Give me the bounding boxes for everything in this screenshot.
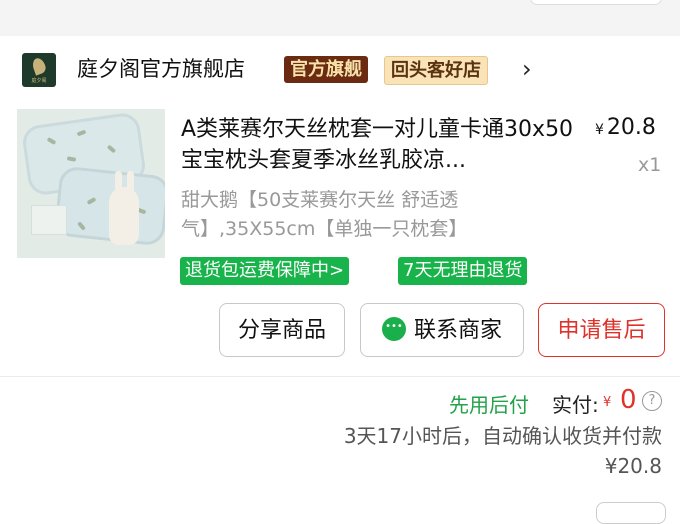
paid-symbol: ¥ <box>603 395 612 410</box>
product-price: ¥20.8 <box>595 114 656 144</box>
price-value: 20.8 <box>606 115 656 140</box>
product-spec: 甜大鹅【50支莱赛尔天丝 舒适透气】,35X55cm【单独一只枕套】 <box>181 189 468 240</box>
after-sale-button[interactable]: 申请售后 <box>538 303 665 357</box>
previous-card-button-edge[interactable] <box>530 0 662 5</box>
folded-pillowcase <box>31 205 67 235</box>
paid-amount: 0 <box>620 385 637 415</box>
price-symbol: ¥ <box>595 122 604 138</box>
return-shipping-guarantee-tag[interactable]: 退货包运费保障中> <box>180 257 350 285</box>
shop-logo-text: 庭夕阁 <box>31 78 47 84</box>
product-title[interactable]: A类莱赛尔天丝枕套一对儿童卡通30x50宝宝枕头套夏季冰丝乳胶凉... <box>181 114 581 176</box>
next-button-edge[interactable] <box>596 502 666 524</box>
product-quantity: x1 <box>638 154 662 176</box>
product-thumbnail[interactable] <box>17 109 165 258</box>
pay-later-label: 先用后付 <box>449 393 529 417</box>
help-icon[interactable]: ? <box>642 391 662 411</box>
auto-confirm-text: 3天17小时后，自动确认收货并付款¥20.8 <box>343 424 662 478</box>
seven-day-return-tag: 7天无理由退货 <box>398 257 528 285</box>
divider <box>0 376 680 377</box>
contact-seller-button[interactable]: 联系商家 <box>360 300 524 357</box>
contact-seller-label: 联系商家 <box>413 318 502 343</box>
official-flagship-badge: 官方旗舰 <box>284 56 368 83</box>
repeat-customer-badge: 回头客好店 <box>384 56 488 85</box>
paid-label: 实付: <box>552 393 599 417</box>
shop-name[interactable]: 庭夕阁官方旗舰店 <box>77 55 245 83</box>
top-separator <box>0 0 680 36</box>
share-product-button[interactable]: 分享商品 <box>219 303 345 357</box>
leaf-icon <box>30 56 48 76</box>
shop-logo[interactable]: 庭夕阁 <box>22 53 56 87</box>
chat-icon <box>381 300 406 354</box>
chevron-right-icon[interactable]: › <box>522 56 532 82</box>
bunny-toy <box>109 187 139 245</box>
